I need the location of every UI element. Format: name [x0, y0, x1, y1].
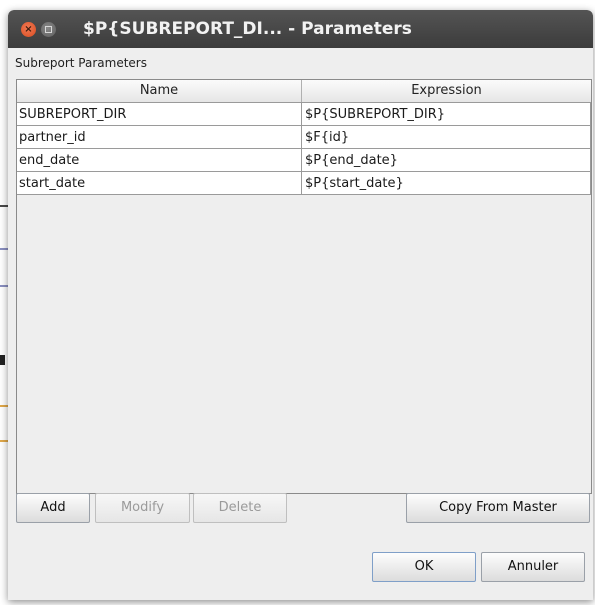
- title-bar[interactable]: × $P{SUBREPORT_DI... - Parameters: [8, 10, 593, 48]
- parameters-dialog: × $P{SUBREPORT_DI... - Parameters Subrep…: [8, 10, 593, 600]
- add-button[interactable]: Add: [16, 493, 90, 523]
- background-edge-mark: [0, 248, 8, 250]
- row-expression-cell[interactable]: $P{SUBREPORT_DIR}: [302, 103, 591, 126]
- section-label: Subreport Parameters: [15, 56, 147, 70]
- background-edge-mark: [0, 405, 8, 407]
- cancel-button[interactable]: Annuler: [481, 552, 585, 582]
- row-expression-cell[interactable]: $P{end_date}: [302, 149, 591, 172]
- row-name-cell[interactable]: end_date: [17, 149, 302, 172]
- modify-button[interactable]: Modify: [95, 493, 190, 523]
- background-edge-mark: [0, 440, 8, 442]
- row-name-cell[interactable]: SUBREPORT_DIR: [17, 103, 302, 126]
- table-header: Name Expression: [17, 80, 591, 103]
- column-header-name[interactable]: Name: [17, 80, 302, 102]
- close-icon[interactable]: ×: [21, 22, 36, 37]
- table-row[interactable]: start_date $P{start_date}: [17, 172, 591, 195]
- row-expression-cell[interactable]: $P{start_date}: [302, 172, 591, 195]
- parameters-table[interactable]: Name Expression SUBREPORT_DIR $P{SUBREPO…: [16, 79, 592, 494]
- table-row[interactable]: partner_id $F{id}: [17, 126, 591, 149]
- table-row[interactable]: end_date $P{end_date}: [17, 149, 591, 172]
- table-row[interactable]: SUBREPORT_DIR $P{SUBREPORT_DIR}: [17, 103, 591, 126]
- delete-button[interactable]: Delete: [193, 493, 287, 523]
- minimize-icon[interactable]: [41, 22, 56, 37]
- row-expression-cell[interactable]: $F{id}: [302, 126, 591, 149]
- background-edge-mark: [0, 355, 5, 365]
- copy-from-master-button[interactable]: Copy From Master: [406, 493, 590, 523]
- background-edge-mark: [0, 285, 8, 287]
- row-name-cell[interactable]: partner_id: [17, 126, 302, 149]
- ok-button[interactable]: OK: [372, 552, 476, 582]
- window-title: $P{SUBREPORT_DI... - Parameters: [83, 19, 412, 39]
- column-header-expression[interactable]: Expression: [302, 80, 591, 102]
- background-edge-mark: [0, 205, 8, 207]
- row-name-cell[interactable]: start_date: [17, 172, 302, 195]
